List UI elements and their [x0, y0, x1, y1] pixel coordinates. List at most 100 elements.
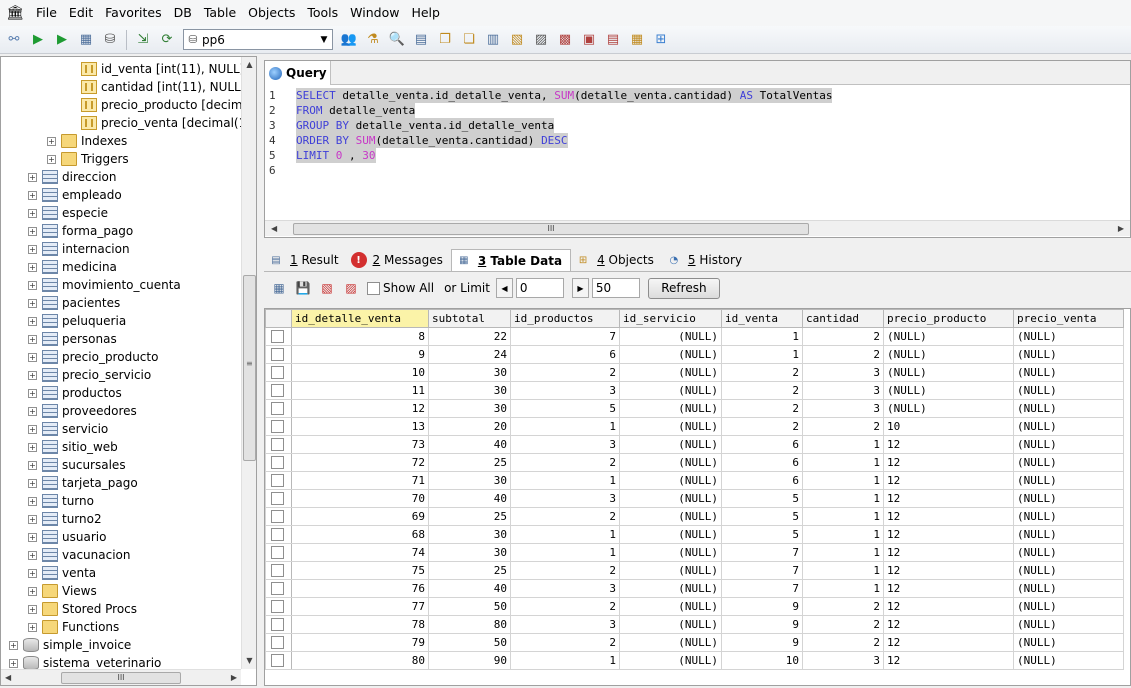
expand-icon[interactable]: +: [28, 226, 37, 236]
expand-icon[interactable]: +: [28, 604, 37, 614]
table-cell[interactable]: 12: [883, 561, 1014, 580]
tree-table-item[interactable]: + especie: [28, 204, 108, 222]
table-cell[interactable]: (NULL): [619, 345, 722, 364]
table-cell[interactable]: 70: [291, 489, 429, 508]
table-cell[interactable]: (NULL): [1013, 453, 1124, 472]
expand-icon[interactable]: +: [28, 532, 37, 542]
table-cell[interactable]: 76: [291, 579, 429, 598]
table-cell[interactable]: 12: [883, 597, 1014, 616]
row-checkbox[interactable]: [271, 348, 284, 361]
table-cell[interactable]: (NULL): [883, 381, 1014, 400]
expand-icon[interactable]: +: [28, 352, 37, 362]
table-cell[interactable]: 71: [291, 471, 429, 490]
table-row[interactable]: 12 30 5 (NULL) 2 3 (NULL) (NULL): [265, 399, 1124, 418]
tree-table-item[interactable]: + peluqueria: [28, 312, 126, 330]
column-header[interactable]: precio_venta: [1013, 309, 1124, 328]
table-cell[interactable]: 3: [510, 579, 620, 598]
offset-input[interactable]: 0: [515, 278, 564, 298]
tree-database-item[interactable]: + simple_invoice: [9, 636, 131, 654]
tab-messages[interactable]: ! 2 Messages: [347, 249, 451, 271]
table-row[interactable]: 10 30 2 (NULL) 2 3 (NULL) (NULL): [265, 363, 1124, 382]
scroll-left-icon[interactable]: ◀: [5, 673, 11, 682]
expand-icon[interactable]: +: [28, 478, 37, 488]
row-checkbox[interactable]: [271, 492, 284, 505]
expand-icon[interactable]: +: [28, 568, 37, 578]
execute-query-icon[interactable]: ▶: [27, 29, 49, 51]
table-cell[interactable]: 90: [428, 651, 511, 670]
table-cell[interactable]: (NULL): [1013, 489, 1124, 508]
menu-help[interactable]: Help: [405, 1, 446, 25]
table-cell[interactable]: 40: [428, 579, 511, 598]
table-cell[interactable]: (NULL): [619, 363, 722, 382]
table-cell[interactable]: 2: [721, 417, 803, 436]
table-cell[interactable]: (NULL): [1013, 633, 1124, 652]
save-icon[interactable]: 💾: [293, 278, 313, 298]
table-cell[interactable]: (NULL): [1013, 579, 1124, 598]
table-cell[interactable]: 6: [721, 471, 803, 490]
menu-edit[interactable]: Edit: [63, 1, 99, 25]
refresh-button[interactable]: Refresh: [647, 277, 720, 299]
table-cell[interactable]: 5: [721, 489, 803, 508]
scroll-right-icon[interactable]: ▶: [231, 673, 237, 682]
tree-table-item[interactable]: + movimiento_cuenta: [28, 276, 181, 294]
table-cell[interactable]: (NULL): [619, 579, 722, 598]
tree-table-item[interactable]: + internacion: [28, 240, 130, 258]
tree-table-item[interactable]: + vacunacion: [28, 546, 131, 564]
table-cell[interactable]: 5: [721, 525, 803, 544]
schedule-icon[interactable]: ▩: [554, 29, 576, 51]
table-cell[interactable]: 12: [883, 651, 1014, 670]
row-selector[interactable]: [265, 381, 292, 400]
table-row[interactable]: 70 40 3 (NULL) 5 1 12 (NULL): [265, 489, 1124, 508]
table-cell[interactable]: 72: [291, 453, 429, 472]
table-cell[interactable]: (NULL): [619, 651, 722, 670]
table-cell[interactable]: 1: [802, 453, 884, 472]
tree-table-item[interactable]: + medicina: [28, 258, 117, 276]
table-cell[interactable]: (NULL): [619, 489, 722, 508]
table-cell[interactable]: 30: [428, 399, 511, 418]
table-cell[interactable]: (NULL): [1013, 525, 1124, 544]
tree-table-item[interactable]: + precio_servicio: [28, 366, 151, 384]
table-cell[interactable]: 1: [721, 327, 803, 346]
tree-horizontal-scrollbar[interactable]: ◀ III ▶: [1, 669, 241, 685]
row-selector[interactable]: [265, 453, 292, 472]
table-cell[interactable]: (NULL): [1013, 345, 1124, 364]
table-row[interactable]: 8 22 7 (NULL) 1 2 (NULL) (NULL): [265, 327, 1124, 346]
query-builder-icon[interactable]: ▤: [410, 29, 432, 51]
table-cell[interactable]: 24: [428, 345, 511, 364]
tree-table-item[interactable]: + productos: [28, 384, 122, 402]
table-cell[interactable]: 2: [802, 417, 884, 436]
expand-icon[interactable]: +: [28, 550, 37, 560]
table-cell[interactable]: 9: [291, 345, 429, 364]
expand-icon[interactable]: +: [28, 514, 37, 524]
schema-icon[interactable]: ⚗: [362, 29, 384, 51]
migrate-icon[interactable]: ▦: [626, 29, 648, 51]
table-cell[interactable]: 12: [883, 543, 1014, 562]
table-cell[interactable]: 69: [291, 507, 429, 526]
tab-table-data[interactable]: ▦ 3 Table Data: [450, 249, 572, 271]
query-horizontal-scrollbar[interactable]: ◀ III ▶: [265, 220, 1130, 236]
scrollbar-thumb[interactable]: III: [61, 671, 181, 684]
expand-icon[interactable]: +: [28, 172, 37, 182]
table-cell[interactable]: 6: [721, 435, 803, 454]
table-cell[interactable]: (NULL): [619, 417, 722, 436]
row-selector[interactable]: [265, 399, 292, 418]
menu-tools[interactable]: Tools: [301, 1, 344, 25]
table-row[interactable]: 76 40 3 (NULL) 7 1 12 (NULL): [265, 579, 1124, 598]
table-row[interactable]: 11 30 3 (NULL) 2 3 (NULL) (NULL): [265, 381, 1124, 400]
table-cell[interactable]: (NULL): [883, 363, 1014, 382]
table-cell[interactable]: (NULL): [1013, 651, 1124, 670]
row-selector[interactable]: [265, 435, 292, 454]
expand-icon[interactable]: +: [9, 640, 18, 650]
tree-column-item[interactable]: id_venta [int(11), NULL]: [81, 60, 244, 78]
table-cell[interactable]: 2: [510, 363, 620, 382]
tree-table-item[interactable]: + pacientes: [28, 294, 120, 312]
expand-icon[interactable]: +: [28, 622, 37, 632]
table-cell[interactable]: 6: [721, 453, 803, 472]
execute-all-icon[interactable]: ▶: [51, 29, 73, 51]
table-cell[interactable]: 1: [510, 525, 620, 544]
column-header[interactable]: id_productos: [510, 309, 620, 328]
row-selector[interactable]: [265, 597, 292, 616]
table-data-icon[interactable]: ▦: [75, 29, 97, 51]
table-cell[interactable]: (NULL): [619, 615, 722, 634]
row-selector[interactable]: [265, 507, 292, 526]
